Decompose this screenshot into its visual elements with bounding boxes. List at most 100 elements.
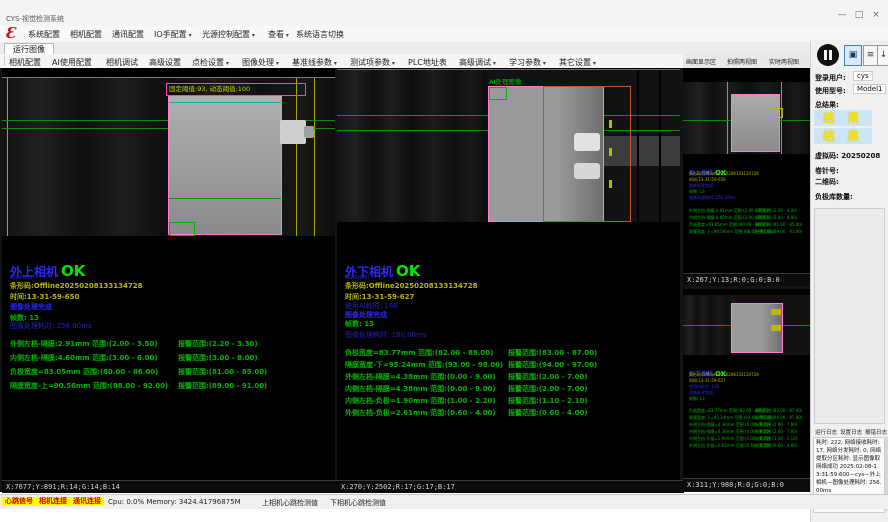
minimize-button[interactable]: — — [834, 10, 850, 20]
camera-viewport-lower[interactable]: AI处理图像 — [337, 70, 680, 222]
process-done-text: 图像处理完成 — [10, 302, 52, 312]
tool-baseline-params[interactable]: 基准线参数 — [292, 57, 337, 68]
frame-count-text: 帧数: 13 — [345, 319, 374, 329]
result-badge-upper: 结 果 — [814, 110, 872, 126]
qr-code-label: 二维码: — [815, 177, 839, 187]
menu-bar: Ɛ 系统配置 相机配置 通讯配置 IO手配置 光源控制配置 查看 系统语言切换 — [0, 26, 888, 42]
tool-advanced-settings[interactable]: 高级设置 — [149, 57, 181, 68]
menu-system-config[interactable]: 系统配置 — [28, 29, 60, 40]
tool-spot-check[interactable]: 点检设置 — [192, 57, 229, 68]
lower-camera-heartbeat-text: 下相机心跳检测值 — [330, 498, 386, 508]
measurement-row: 内侧左档-隔膜=4.38mm 范围:(0.00 - 9.00)报警范围:(2.0… — [345, 384, 675, 394]
image-texture — [337, 70, 487, 222]
image-structure-line — [637, 70, 639, 222]
virtual-code-label: 虚拟码: 20250208 — [815, 151, 880, 161]
measurement-row: 内侧左档-隔膜:4.60mm 范围:(3.00 - 6.00)报警范围:(3.0… — [10, 353, 330, 363]
camera-icon: ▣ — [849, 50, 858, 60]
menu-comm-config[interactable]: 通讯配置 — [112, 29, 144, 40]
comm-connect-badge: 通讯连接 — [70, 497, 104, 506]
measurement-row: 外侧左档-隔膜=4.38mm 范围:(0.00 - 9.00)报警范围:(2.0… — [345, 372, 675, 382]
camera-viewport-upper[interactable]: 固定阈值:93, 动态阈值:100 — [2, 78, 335, 236]
sidebar-list-area[interactable] — [814, 208, 885, 424]
list-icon: ≡ — [867, 50, 875, 60]
virtual-code-value: 20250208 — [841, 152, 880, 160]
tool-camera-config[interactable]: 相机配置 — [9, 57, 41, 68]
measurement-row: 负极宽度=83.05mm 范围:(80.00 - 86.00)报警范围:(81.… — [689, 222, 807, 228]
tool-learn-params[interactable]: 学习参数 — [509, 57, 546, 68]
tool-image-process[interactable]: 图像处理 — [242, 57, 279, 68]
overlay-roi-box — [489, 87, 507, 100]
download-button[interactable]: ↓ — [877, 45, 888, 66]
title-bar: CYS-视觉检测系统 — □ × — [0, 0, 888, 26]
tool-ai-config[interactable]: AI使用配置 — [52, 57, 92, 68]
pixel-coords-mini-bottom: X:311;Y:980;R:0;G:0;B:0 — [683, 478, 814, 491]
result-ok-badge: OK — [61, 262, 85, 280]
menu-io-config[interactable]: IO手配置 — [154, 29, 192, 40]
overlay-yellow-box — [773, 108, 783, 118]
cpu-memory-text: Cpu: 0.0% Memory: 3424.41796875M — [108, 498, 241, 506]
mini-viewport-upper[interactable] — [683, 82, 810, 154]
measurement-row: 外侧左档-隔膜:2.91mm 范围:(2.00 - 3.50)报警范围:(2.2… — [10, 339, 330, 349]
result-ok-badge: OK — [396, 262, 420, 280]
detected-electrode-block — [731, 94, 780, 152]
aux-tab-live-views[interactable]: 实时两视图 — [769, 57, 799, 66]
barcode-text: 条形码:Offline20250208133134728 — [345, 281, 478, 291]
menu-view[interactable]: 查看 — [268, 29, 289, 40]
threshold-label: 固定阈值:93, 动态阈值:100 — [166, 83, 306, 96]
process-time-text: 图像处理耗时: 180.00ms — [345, 330, 427, 340]
heartbeat-badge: 心跳信号 — [2, 497, 36, 506]
measurement-row: 外侧左档-隔膜=4.38mm 范围:(0.00 - 9.00)报警范围:(2.0… — [689, 422, 807, 428]
camera-panel-upper-outer: 固定阈值:93, 动态阈值:100 外上相机OK NG:0(0/0) 条形码:O… — [2, 68, 335, 480]
toolbar-separator — [4, 56, 5, 66]
aux-tab-photo-views[interactable]: 拍照两视图 — [727, 57, 757, 66]
camera-connect-badge: 相机连接 — [36, 497, 70, 506]
menu-light-config[interactable]: 光源控制配置 — [202, 29, 255, 40]
status-bar: 心跳信号 相机连接 通讯连接 Cpu: 0.0% Memory: 3424.41… — [0, 494, 888, 509]
log-tab-row: 运行日志 设置日志 报错日志 — [813, 428, 887, 436]
measurement-row: 外侧左档-隔膜:2.91mm 范围:(2.00 - 3.50)报警范围:(2.2… — [689, 208, 807, 214]
menu-language-switch[interactable]: 系统语言切换 — [296, 29, 344, 40]
tool-test-params[interactable]: 测试项参数 — [350, 57, 395, 68]
pause-icon — [824, 50, 827, 60]
frame-count-text: 帧数: 13 — [689, 396, 705, 402]
process-time-text: 图像处理耗时: 256.00ms — [689, 195, 736, 201]
measurement-row: 内侧左档-负极=1.90mm 范围:(1.00 - 2.20)报警范围:(1.1… — [689, 436, 807, 442]
menu-camera-config[interactable]: 相机配置 — [70, 29, 102, 40]
camera-view-button[interactable]: ▣ — [844, 45, 862, 66]
overlay-cyan-line — [169, 102, 281, 103]
tool-other-settings[interactable]: 其它设置 — [559, 57, 596, 68]
login-user-value[interactable]: cys — [853, 71, 873, 81]
tool-advanced-debug[interactable]: 高级调试 — [459, 57, 496, 68]
window-title: CYS-视觉检测系统 — [6, 14, 64, 24]
total-result-label: 总结果: — [815, 100, 839, 110]
measurement-row: 负极宽度=83.77mm 范围:(82.00 - 88.00)报警范围:(83.… — [689, 408, 807, 414]
log-tab-run[interactable]: 运行日志 — [815, 428, 837, 436]
detected-electrode-block — [168, 95, 282, 235]
overlay-yellow-line — [314, 78, 315, 236]
right-sidebar: ▣ ≡ ↓ 登录用户: cys 使用型号: Model1 总结果: 结 果 结 … — [810, 40, 888, 522]
pause-button[interactable] — [817, 44, 839, 66]
pause-icon — [829, 50, 832, 60]
ai-process-label: AI处理图像 — [489, 76, 521, 86]
maximize-button[interactable]: □ — [851, 10, 867, 20]
connector-object — [280, 120, 306, 144]
overlay-yellow-mark — [609, 120, 612, 128]
measurement-row: 隔膜宽度-下=95.24mm 范围:(93.00 - 98.00)报警范围:(9… — [689, 415, 807, 421]
overlay-yellow-mark — [609, 180, 612, 188]
arrow-down-icon: ↓ — [880, 50, 888, 60]
mini-viewport-lower[interactable] — [683, 295, 810, 355]
model-label: 使用型号: — [815, 86, 846, 96]
log-tab-settings[interactable]: 设置日志 — [840, 428, 862, 436]
camera-panel-lower-outer: AI处理图像 外下相机OK NG:0(0/0) 条形码:Offline20250… — [337, 68, 680, 480]
pixel-coords-middle: X:270;Y:2502;R:17;G:17;B:17 — [337, 480, 684, 493]
close-button[interactable]: × — [868, 10, 884, 20]
log-tab-errors[interactable]: 报错日志 — [865, 428, 887, 436]
overlay-yellow-line — [7, 78, 8, 236]
tool-plc-address[interactable]: PLC地址表 — [408, 57, 447, 68]
list-button[interactable]: ≡ — [863, 45, 878, 66]
measurement-row: 外侧左档-负极=2.61mm 范围:(0.60 - 4.00)报警范围:(0.6… — [345, 408, 675, 418]
model-value[interactable]: Model1 — [853, 84, 886, 94]
measurement-row: 隔膜宽度-上=90.56mm 范围:(88.00 - 92.00)报警范围:(8… — [689, 229, 807, 235]
tool-camera-debug[interactable]: 相机调试 — [106, 57, 138, 68]
aux-tab-display-area[interactable]: 画面显示区 — [686, 57, 716, 66]
